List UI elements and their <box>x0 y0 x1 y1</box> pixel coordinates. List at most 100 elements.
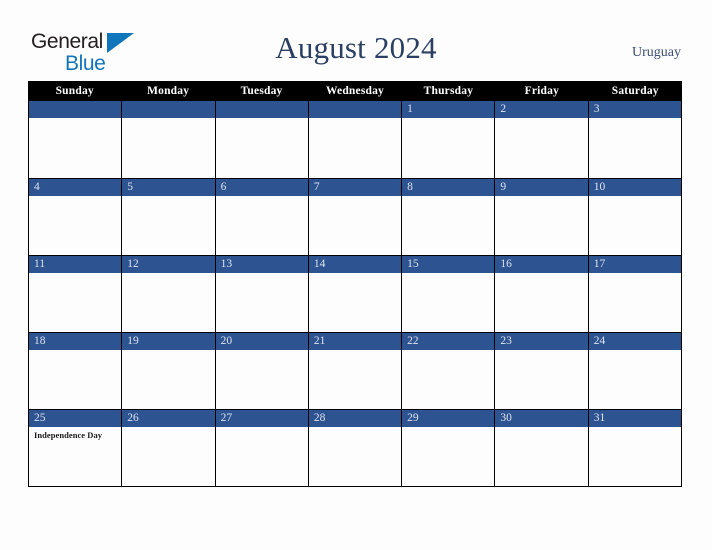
day-number: 13 <box>220 258 233 270</box>
day-number-bar: 26 <box>122 410 215 427</box>
day-events <box>216 350 308 353</box>
calendar-day-cell-31[interactable]: 31 <box>588 410 681 486</box>
day-events <box>402 350 494 353</box>
day-number-bar: 30 <box>495 410 588 427</box>
calendar-day-cell-7[interactable]: 7 <box>308 179 403 255</box>
day-number-bar: 19 <box>122 333 215 350</box>
day-number-bar: 23 <box>495 333 588 350</box>
calendar-day-cell-15[interactable]: 15 <box>402 256 496 332</box>
calendar-day-cell-4[interactable]: 4 <box>29 179 123 255</box>
day-events <box>122 427 214 430</box>
day-events <box>589 427 681 430</box>
calendar-day-cell-13[interactable]: 13 <box>215 256 309 332</box>
day-number: 18 <box>34 335 46 347</box>
day-events <box>29 196 121 199</box>
calendar-day-cell-1[interactable]: 1 <box>402 101 496 178</box>
day-number: 24 <box>593 335 606 347</box>
day-number: 10 <box>593 181 606 193</box>
calendar-day-cell-18[interactable]: 18 <box>29 333 123 409</box>
day-events <box>216 196 308 199</box>
calendar-day-cell-17[interactable]: 17 <box>588 256 681 332</box>
day-number-bar <box>215 101 308 118</box>
day-events <box>122 118 214 121</box>
calendar-week-row: 4 5 6 7 8 9 10 <box>29 178 681 255</box>
day-events <box>589 273 681 276</box>
calendar-day-cell-empty[interactable] <box>29 101 123 178</box>
calendar-day-cell-21[interactable]: 21 <box>308 333 403 409</box>
day-number: 30 <box>500 412 512 424</box>
calendar-day-cell-12[interactable]: 12 <box>122 256 216 332</box>
calendar-day-cell-2[interactable]: 2 <box>495 101 589 178</box>
day-events <box>29 350 121 353</box>
day-number-bar <box>122 101 215 118</box>
day-number: 28 <box>313 412 326 424</box>
calendar-day-cell-24[interactable]: 24 <box>588 333 681 409</box>
weekday-header-thursday: Thursday <box>423 85 474 97</box>
calendar-day-cell-10[interactable]: 10 <box>588 179 681 255</box>
day-number: 16 <box>500 258 512 270</box>
day-events <box>495 427 587 430</box>
day-number: 9 <box>500 181 507 193</box>
weekday-header-sunday: Sunday <box>55 85 94 97</box>
day-number-bar: 15 <box>402 256 495 273</box>
calendar-day-cell-20[interactable]: 20 <box>215 333 309 409</box>
day-number: 31 <box>593 412 606 424</box>
country-label: Uruguay <box>632 45 681 60</box>
calendar-week-row: 1 2 3 <box>29 101 681 178</box>
calendar-day-cell-empty[interactable] <box>215 101 309 178</box>
calendar-day-cell-27[interactable]: 27 <box>215 410 309 486</box>
day-number: 2 <box>500 103 507 115</box>
day-events <box>589 350 681 353</box>
calendar-day-cell-30[interactable]: 30 <box>495 410 589 486</box>
calendar-day-cell-9[interactable]: 9 <box>495 179 589 255</box>
weekday-header-friday: Friday <box>524 85 560 97</box>
calendar-day-cell-empty[interactable] <box>122 101 216 178</box>
day-number-bar: 24 <box>588 333 681 350</box>
day-events <box>402 118 494 121</box>
calendar-day-cell-29[interactable]: 29 <box>402 410 496 486</box>
calendar: Sunday Monday Tuesday Wednesday Thursday Frid… <box>28 81 682 487</box>
weekday-header-saturday: Saturday <box>611 85 659 97</box>
day-number-bar: 21 <box>308 333 402 350</box>
calendar-week-grid: 1 2 3 4 5 6 7 8 9 10 11 12 13 14 15 16 17 18 19 20 21 22 23 24 2… <box>28 101 682 487</box>
calendar-day-cell-28[interactable]: 28 <box>308 410 403 486</box>
day-number: 22 <box>407 335 419 347</box>
day-number: 17 <box>593 258 606 270</box>
calendar-day-cell-19[interactable]: 19 <box>122 333 216 409</box>
calendar-day-cell-8[interactable]: 8 <box>402 179 496 255</box>
calendar-day-cell-11[interactable]: 11 <box>29 256 123 332</box>
calendar-day-cell-25[interactable]: 25 Independence Day <box>29 410 123 486</box>
weekday-header-wednesday: Wednesday <box>325 85 384 97</box>
day-number: 26 <box>127 412 139 424</box>
calendar-day-cell-5[interactable]: 5 <box>122 179 216 255</box>
calendar-day-cell-3[interactable]: 3 <box>588 101 681 178</box>
day-number-bar: 4 <box>29 179 122 196</box>
day-events <box>309 350 401 353</box>
calendar-day-cell-26[interactable]: 26 <box>122 410 216 486</box>
day-number-bar: 13 <box>215 256 308 273</box>
day-number-bar: 20 <box>215 333 308 350</box>
day-number: 19 <box>127 335 139 347</box>
day-number-bar: 9 <box>495 179 588 196</box>
calendar-day-cell-6[interactable]: 6 <box>215 179 309 255</box>
calendar-day-cell-23[interactable]: 23 <box>495 333 589 409</box>
day-number-bar: 1 <box>402 101 495 118</box>
calendar-day-cell-22[interactable]: 22 <box>402 333 496 409</box>
weekday-header-tuesday: Tuesday <box>240 85 283 97</box>
holiday-label: Independence Day <box>34 430 103 440</box>
page-header: General Blue August 2024 Uruguay <box>0 0 712 81</box>
day-events <box>589 118 681 121</box>
day-number: 6 <box>220 181 227 193</box>
day-number-bar: 8 <box>402 179 495 196</box>
day-events <box>122 350 214 353</box>
day-number-bar: 2 <box>495 101 588 118</box>
calendar-day-cell-14[interactable]: 14 <box>308 256 403 332</box>
calendar-day-cell-empty[interactable] <box>308 101 403 178</box>
day-events <box>309 273 401 276</box>
calendar-day-cell-16[interactable]: 16 <box>495 256 589 332</box>
page-title: August 2024 <box>275 30 437 65</box>
day-events <box>309 118 401 121</box>
day-number: 15 <box>407 258 419 270</box>
day-number: 3 <box>593 103 600 115</box>
day-number-bar <box>29 101 122 118</box>
